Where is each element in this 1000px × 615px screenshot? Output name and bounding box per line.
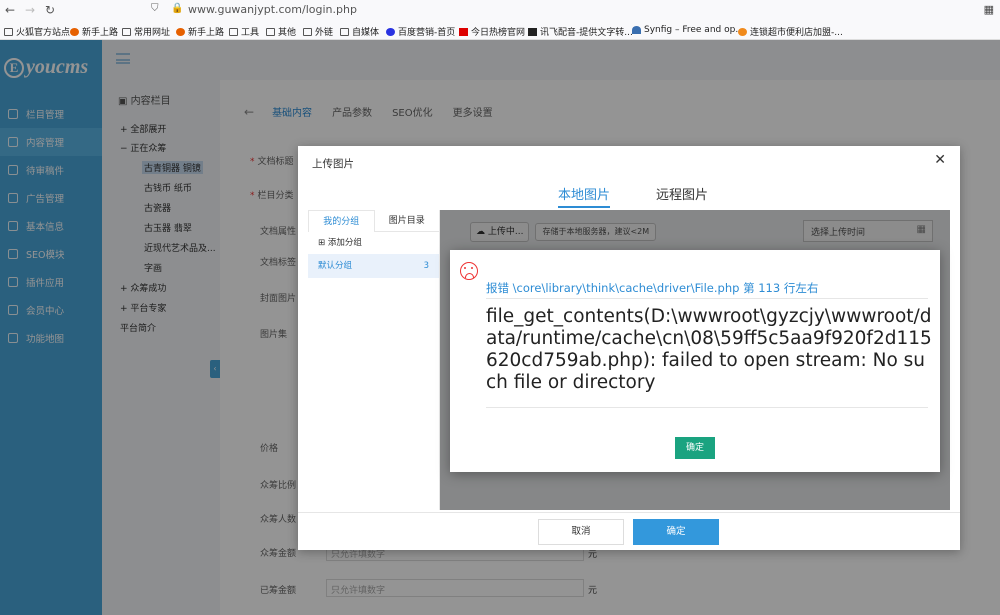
bookmark-item[interactable]: 连锁超市便利店加盟-... <box>738 25 843 38</box>
bookmark-item[interactable]: 工具 <box>229 25 259 38</box>
bookmark-label: 今日热榜官网 <box>471 28 526 38</box>
folder-icon <box>266 27 275 36</box>
error-confirm-button[interactable]: 确定 <box>675 437 715 459</box>
dialog-footer: 取消 确定 <box>298 512 960 550</box>
bookmark-label: 连锁超市便利店加盟-... <box>750 28 843 38</box>
bookmark-label: 火狐官方站点 <box>16 28 71 38</box>
bookmark-label: 其他 <box>278 28 297 38</box>
tab-remote-images[interactable]: 远程图片 <box>656 184 708 208</box>
e-icon <box>738 27 747 36</box>
shield-icon[interactable]: ⛉ <box>151 3 159 14</box>
firefox-icon <box>70 27 79 36</box>
bookmarks-bar: 火狐官方站点 新手上路 常用网址 新手上路 工具 其他 外链 自媒体 百度营销-… <box>0 20 1000 40</box>
bookmark-item[interactable]: 火狐官方站点 <box>4 25 70 38</box>
folder-icon <box>303 27 312 36</box>
bookmark-label: Synfig – Free and op... <box>644 25 744 35</box>
add-group-label: 添加分组 <box>327 238 362 248</box>
folder-icon <box>4 27 13 36</box>
divider <box>486 298 928 299</box>
divider <box>486 407 928 408</box>
error-location: 报错 \core\library\think\cache\driver\File… <box>486 281 819 295</box>
folder-icon <box>122 27 131 36</box>
add-group-button[interactable]: ⊞ 添加分组 <box>308 232 439 254</box>
baidu-icon <box>386 27 395 36</box>
confirm-button[interactable]: 确定 <box>633 519 719 545</box>
qr-code-icon[interactable]: ▦ <box>984 3 994 16</box>
bookmark-item[interactable]: 新手上路 <box>176 25 224 38</box>
dialog-title: 上传图片 <box>312 158 354 170</box>
upload-tabs: 本地图片 远程图片 <box>558 184 754 208</box>
r-icon <box>459 27 468 36</box>
group-sidebar: 我的分组 图片目录 ⊞ 添加分组 默认分组 3 <box>308 210 440 510</box>
tab-image-folders[interactable]: 图片目录 <box>374 210 439 232</box>
group-count: 3 <box>423 261 429 271</box>
firefox-icon <box>176 27 185 36</box>
lock-icon[interactable]: 🔒 <box>171 3 183 14</box>
cancel-button[interactable]: 取消 <box>538 519 624 545</box>
bookmark-label: 讯飞配音-提供文字转... <box>540 28 633 38</box>
group-tabs: 我的分组 图片目录 <box>308 210 439 232</box>
xunfei-icon <box>528 27 537 36</box>
group-item-default[interactable]: 默认分组 3 <box>308 254 439 278</box>
bookmark-label: 工具 <box>241 28 260 38</box>
bookmark-label: 外链 <box>315 28 334 38</box>
bookmark-label: 常用网址 <box>134 28 171 38</box>
folder-icon <box>229 27 238 36</box>
bookmark-item[interactable]: 自媒体 <box>340 25 379 38</box>
bookmark-item[interactable]: 讯飞配音-提供文字转... <box>528 25 633 38</box>
forward-arrow-icon[interactable]: → <box>20 3 40 17</box>
tab-local-images[interactable]: 本地图片 <box>558 184 611 208</box>
bookmark-label: 自媒体 <box>352 28 380 38</box>
reload-icon[interactable]: ↻ <box>40 3 60 17</box>
back-arrow-icon[interactable]: ← <box>0 3 20 17</box>
bookmark-label: 百度营销-首页 <box>398 28 456 38</box>
folder-icon <box>340 27 349 36</box>
bookmark-item[interactable]: Synfig – Free and op... <box>632 25 744 35</box>
bookmark-label: 新手上路 <box>82 28 119 38</box>
url-text[interactable]: www.guwanjypt.com/login.php <box>188 3 357 16</box>
bookmark-item[interactable]: 外链 <box>303 25 333 38</box>
error-message: file_get_contents(D:\wwwroot\gyzcjy\wwwr… <box>486 306 932 393</box>
bookmark-item[interactable]: 百度营销-首页 <box>386 25 455 38</box>
browser-address-bar: ← → ↻ ⛉ 🔒 www.guwanjypt.com/login.php ▦ <box>0 0 1000 20</box>
bookmark-item[interactable]: 常用网址 <box>122 25 170 38</box>
sad-face-icon <box>460 262 478 280</box>
close-icon[interactable]: ✕ <box>934 152 946 168</box>
synfig-icon <box>632 26 641 34</box>
group-label: 默认分组 <box>318 261 353 271</box>
error-dialog: 报错 \core\library\think\cache\driver\File… <box>450 250 940 472</box>
bookmark-item[interactable]: 新手上路 <box>70 25 118 38</box>
screen: ← → ↻ ⛉ 🔒 www.guwanjypt.com/login.php ▦ … <box>0 0 1000 615</box>
bookmark-label: 新手上路 <box>188 28 225 38</box>
bookmark-item[interactable]: 其他 <box>266 25 296 38</box>
tab-my-groups[interactable]: 我的分组 <box>308 210 375 232</box>
bookmark-item[interactable]: 今日热榜官网 <box>459 25 525 38</box>
